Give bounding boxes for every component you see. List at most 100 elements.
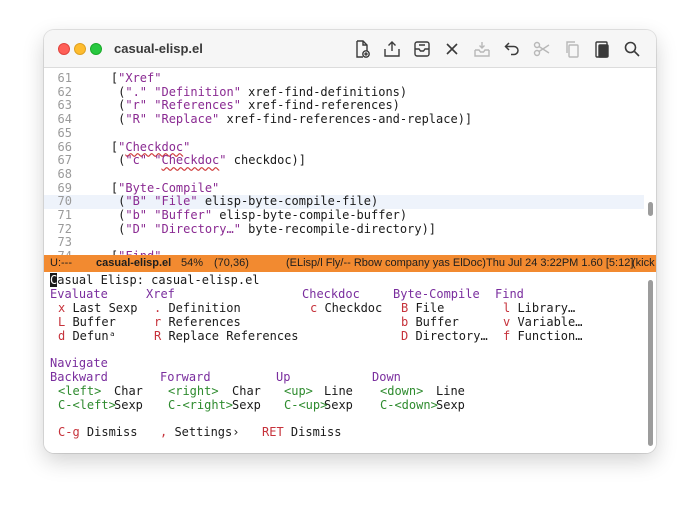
editor-scrollbar-thumb[interactable]: [648, 201, 653, 216]
menu-item[interactable]: R Replace References: [154, 329, 299, 344]
save-icon[interactable]: [412, 39, 432, 59]
line-number: 67: [57, 153, 72, 168]
menu-label: File: [408, 301, 445, 315]
nav-key[interactable]: <left>: [58, 384, 101, 399]
footer-item[interactable]: , Settings›: [160, 425, 239, 440]
code-text: elisp-byte-compile-buffer): [212, 208, 408, 222]
open-icon[interactable]: [382, 39, 402, 59]
code-text: (: [82, 153, 126, 168]
navigate-column-heading: Forward: [160, 370, 211, 384]
modeline-percent: 54%: [181, 257, 204, 269]
code-editor[interactable]: 61 ["Xref" 62 ("." "Definition" xref-find…: [44, 69, 656, 255]
menu-item[interactable]: L Buffer: [58, 315, 116, 330]
title-bar: casual-elisp.el: [44, 30, 656, 68]
modeline-modes[interactable]: (ELisp/l Fly/-- Rbow company yas ElDoc): [286, 257, 486, 269]
code-line[interactable]: 70 ("B" "File" elisp-byte-compile-file): [44, 194, 644, 209]
nav-label[interactable]: Char: [114, 384, 143, 399]
code-text: (: [82, 84, 126, 99]
nav-label[interactable]: Sexp: [436, 398, 465, 413]
code-string: "b" "Buffer": [125, 208, 213, 222]
menu-item[interactable]: f Function…: [503, 329, 582, 344]
menu-item[interactable]: . Definition: [154, 301, 241, 316]
menu-item[interactable]: c Checkdoc: [310, 301, 382, 316]
footer-key: RET: [262, 425, 284, 439]
line-number: 68: [57, 166, 72, 181]
code-string: "Xref": [118, 71, 162, 85]
nav-label[interactable]: Char: [232, 384, 261, 399]
code-text: xref-find-references-and-replace)]: [219, 112, 473, 127]
menu-label: Buffer: [408, 315, 459, 329]
code-line[interactable]: 72 ("D" "Directory…" byte-recompile-dire…: [44, 222, 644, 237]
nav-label[interactable]: Line: [436, 384, 465, 399]
group-heading: Xref: [146, 287, 175, 301]
modeline-extra: (kick: [632, 257, 655, 269]
group-heading: Byte-Compile: [393, 287, 480, 301]
undo-icon[interactable]: [502, 39, 522, 59]
nav-key[interactable]: C-<right>: [168, 398, 233, 413]
transient-scrollbar-thumb[interactable]: [648, 280, 653, 446]
inbox-icon[interactable]: [472, 39, 492, 59]
code-line[interactable]: 62 ("." "Definition" xref-find-definitio…: [44, 84, 644, 100]
nav-key[interactable]: C-<down>: [380, 398, 438, 413]
code-text: xref-find-references): [240, 98, 400, 113]
menu-item[interactable]: D Directory…: [401, 329, 488, 344]
nav-key[interactable]: <down>: [380, 384, 423, 399]
code-line[interactable]: 73: [44, 236, 644, 250]
nav-key[interactable]: C-<left>: [58, 398, 116, 413]
code-string: "B" "File": [125, 194, 198, 209]
code-string: "Checkdoc": [118, 139, 191, 154]
modeline-buffer-name[interactable]: casual-elisp.el: [96, 257, 171, 269]
nav-label[interactable]: Line: [324, 384, 353, 399]
menu-item[interactable]: v Variable…: [503, 315, 582, 330]
group-heading: Find: [495, 287, 524, 301]
code-line[interactable]: 64 ("R" "Replace" xref-find-references-a…: [44, 112, 644, 127]
line-number: 71: [57, 208, 72, 222]
footer-key: C-g: [58, 425, 80, 439]
spell-error: Checkdoc: [161, 153, 220, 168]
paste-icon[interactable]: [592, 39, 612, 59]
nav-label[interactable]: Sexp: [324, 398, 353, 413]
navigate-column-heading: Backward: [50, 370, 108, 384]
menu-item[interactable]: B File: [401, 301, 445, 316]
menu-label: Last Sexp: [65, 301, 138, 315]
code-text: [: [82, 180, 119, 195]
nav-label[interactable]: Sexp: [114, 398, 143, 413]
nav-label[interactable]: Sexp: [232, 398, 261, 413]
footer-label: Dismiss: [283, 425, 342, 439]
menu-label: Buffer: [65, 315, 116, 329]
copy-icon[interactable]: [562, 39, 582, 59]
menu-item[interactable]: r References: [154, 315, 241, 330]
zoom-window-button[interactable]: [90, 43, 102, 55]
code-line[interactable]: 66 ["Checkdoc": [44, 139, 644, 155]
footer-item[interactable]: RET Dismiss: [262, 425, 342, 440]
nav-key[interactable]: <up>: [284, 384, 313, 399]
code-line[interactable]: 63 ("r" "References" xref-find-reference…: [44, 99, 644, 113]
menu-item[interactable]: x Last Sexp: [58, 301, 138, 316]
close-icon[interactable]: [442, 39, 462, 59]
code-line[interactable]: 69 ["Byte-Compile": [44, 180, 644, 196]
navigate-column-heading: Up: [276, 370, 291, 384]
code-text: (: [82, 112, 126, 127]
search-icon[interactable]: [622, 39, 642, 59]
menu-item[interactable]: l Library…: [503, 301, 575, 316]
line-number: 63: [57, 98, 72, 113]
minimize-window-button[interactable]: [74, 43, 86, 55]
window-title: casual-elisp.el: [114, 41, 203, 56]
code-line[interactable]: 67 ("c" "Checkdoc" checkdoc)]: [44, 153, 644, 168]
nav-key[interactable]: C-<up>: [284, 398, 327, 413]
code-line[interactable]: 68: [44, 166, 644, 182]
code-line[interactable]: 65: [44, 126, 644, 141]
code-line[interactable]: 61 ["Xref": [44, 71, 644, 86]
modeline-state: U:---: [50, 257, 72, 269]
close-window-button[interactable]: [58, 43, 70, 55]
line-number: 61: [57, 71, 72, 85]
code-string: "R" "Replace": [125, 112, 220, 127]
nav-key[interactable]: <right>: [168, 384, 219, 399]
footer-item[interactable]: C-g Dismiss: [58, 425, 137, 440]
cut-icon[interactable]: [532, 39, 552, 59]
menu-item[interactable]: d Defunᵃ: [58, 329, 116, 344]
code-line[interactable]: 71 ("b" "Buffer" elisp-byte-compile-buff…: [44, 208, 644, 223]
menu-item[interactable]: b Buffer: [401, 315, 459, 330]
group-heading: Checkdoc: [302, 287, 360, 301]
new-file-icon[interactable]: [352, 39, 372, 59]
